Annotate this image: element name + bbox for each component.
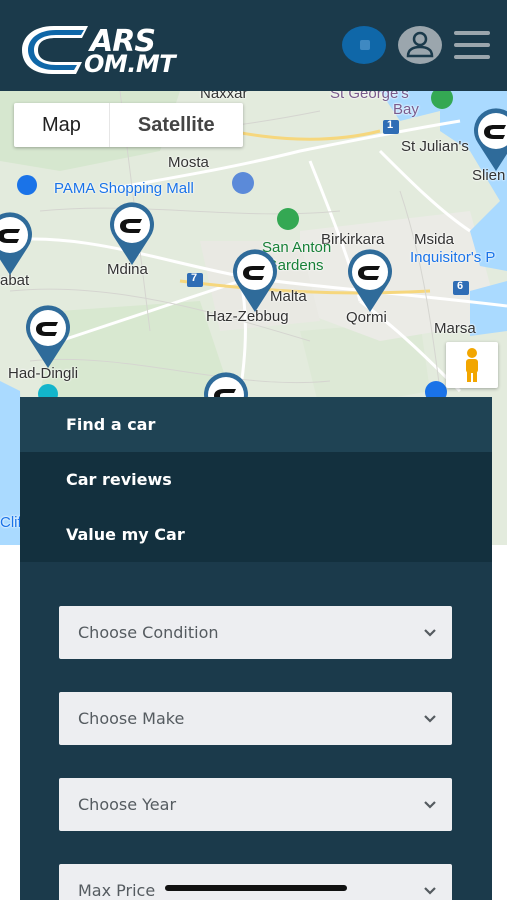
dealer-map-pin[interactable] <box>229 246 281 314</box>
chevron-down-icon <box>424 715 436 723</box>
road-number-6: 6 <box>457 280 464 292</box>
place-clif: Clif <box>0 514 22 531</box>
nav-car-reviews-label: Car reviews <box>66 470 172 489</box>
home-indicator[interactable] <box>165 885 347 891</box>
dealer-map-pin[interactable] <box>344 246 396 314</box>
page: ARS OM.MT 1 7 6 Naxxar St George's Bay S… <box>0 0 507 900</box>
satellite-view-button[interactable]: Satellite <box>110 103 243 147</box>
dealer-map-pin[interactable] <box>470 105 507 173</box>
place-inquisitors: Inquisitor's P <box>410 249 496 266</box>
nav-car-reviews[interactable]: Car reviews <box>20 452 492 507</box>
road-number-1: 1 <box>387 119 394 131</box>
cart-button[interactable] <box>342 26 386 64</box>
map-type-control: Map Satellite <box>14 103 243 147</box>
road-number-7: 7 <box>191 272 198 284</box>
top-header: ARS OM.MT <box>0 0 507 91</box>
place-marsa: Marsa <box>434 320 476 337</box>
logo-text-bottom: OM.MT <box>84 50 176 78</box>
year-select[interactable]: Choose Year <box>59 778 452 831</box>
nav-find-a-car-label: Find a car <box>66 415 156 434</box>
chevron-down-icon <box>424 629 436 637</box>
search-panel: Find a car Car reviews Value my Car Choo… <box>20 397 492 900</box>
chevron-down-icon <box>424 887 436 895</box>
dealer-map-pin[interactable] <box>0 209 36 277</box>
map-view-button[interactable]: Map <box>14 103 110 147</box>
nav-value-my-car-label: Value my Car <box>66 525 185 544</box>
cart-icon <box>360 40 370 50</box>
place-msida: Msida <box>414 231 455 248</box>
max-price-select-text: Max Price <box>78 881 156 900</box>
pegman-icon <box>466 348 478 382</box>
dealer-map-pin[interactable] <box>22 302 74 370</box>
hamburger-menu-button[interactable] <box>452 28 492 62</box>
place-naxxar: Naxxar <box>200 91 248 102</box>
street-view-pegman-button[interactable] <box>446 342 498 388</box>
make-select[interactable]: Choose Make <box>59 692 452 745</box>
place-pama-mall: PAMA Shopping Mall <box>54 180 194 197</box>
menu-bar-icon <box>454 43 490 47</box>
year-select-text: Choose Year <box>78 795 177 814</box>
menu-bar-icon <box>454 55 490 59</box>
chevron-down-icon <box>424 801 436 809</box>
cars-com-mt-logo[interactable]: ARS OM.MT <box>18 20 218 80</box>
menu-bar-icon <box>454 31 490 35</box>
place-mosta: Mosta <box>168 154 209 171</box>
condition-select-text: Choose Condition <box>78 623 219 642</box>
user-icon <box>406 31 434 58</box>
max-price-select[interactable]: Max Price <box>59 864 452 900</box>
nav-value-my-car[interactable]: Value my Car <box>20 507 492 562</box>
dealer-map-pin[interactable] <box>106 199 158 267</box>
account-button[interactable] <box>398 26 442 64</box>
nav-find-a-car[interactable]: Find a car <box>20 397 492 452</box>
place-st-julians: St Julian's <box>401 138 469 155</box>
make-select-text: Choose Make <box>78 709 185 728</box>
condition-select[interactable]: Choose Condition <box>59 606 452 659</box>
place-bay: Bay <box>393 101 419 118</box>
